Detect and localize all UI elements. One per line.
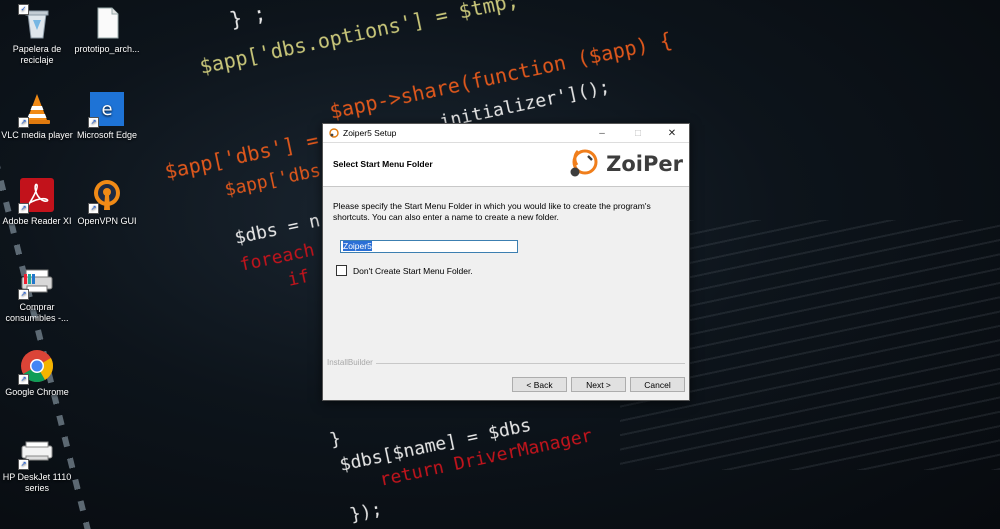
desktop-icon-label: OpenVPN GUI: [77, 216, 137, 226]
minimize-button[interactable]: –: [587, 124, 617, 142]
logo-text: ZoiPer: [606, 152, 683, 176]
desktop-icon-edge[interactable]: e ↗ Microsoft Edge: [70, 92, 144, 141]
desktop-icon-label: Google Chrome: [5, 387, 69, 397]
shortcut-arrow-icon: ↗: [88, 117, 99, 128]
zoiper-logo-icon: [570, 149, 598, 177]
instruction-text: Please specify the Start Menu Folder in …: [333, 201, 651, 222]
back-button[interactable]: < Back: [512, 377, 567, 392]
shortcut-arrow-icon: ↗: [18, 374, 29, 385]
next-button[interactable]: Next >: [571, 377, 626, 392]
start-menu-folder-input[interactable]: Zoiper5: [340, 240, 518, 253]
openvpn-icon: ↗: [88, 178, 124, 214]
desktop-icon-label: Papelera de reciclaje: [12, 44, 62, 65]
desktop-icon-label: prototipo_arch...: [74, 44, 140, 54]
dialog-header: Select Start Menu Folder ZoiPer: [323, 143, 689, 187]
wallpaper-code-line: }: [327, 427, 343, 451]
maximize-button[interactable]: □: [623, 124, 653, 142]
wallpaper-code-line: } ;: [227, 0, 268, 32]
no-folder-checkbox[interactable]: [336, 265, 347, 276]
shortcut-arrow-icon: ↗: [18, 459, 29, 470]
shortcut-arrow-icon: ↗: [18, 289, 29, 300]
cancel-button[interactable]: Cancel: [630, 377, 685, 392]
desktop-icon-label: Microsoft Edge: [76, 130, 138, 140]
desktop-icon-label: VLC media player: [1, 130, 73, 140]
desktop-icon-vlc[interactable]: ↗ VLC media player: [0, 92, 74, 141]
no-folder-checkbox-row[interactable]: Don't Create Start Menu Folder.: [336, 265, 473, 276]
zoiper-app-icon: [329, 128, 339, 138]
printer-icon: ↗: [18, 264, 54, 300]
zoiper-logo: ZoiPer: [564, 147, 683, 181]
desktop-icon-label: Adobe Reader XI: [2, 216, 72, 226]
document-icon: [90, 6, 124, 40]
desktop-icon-openvpn[interactable]: ↗ OpenVPN GUI: [70, 178, 144, 227]
wallpaper-code-line: });: [347, 498, 384, 526]
footer-divider: [327, 363, 685, 364]
acrobat-icon: ↗: [18, 178, 54, 214]
printer-icon: ↗: [18, 434, 54, 470]
page-title: Select Start Menu Folder: [333, 159, 433, 169]
desktop-icon-chrome[interactable]: ↗ Google Chrome: [0, 349, 74, 398]
dialog-body: Please specify the Start Menu Folder in …: [323, 187, 689, 357]
desktop-icon-label: Comprar consumibles -...: [5, 302, 69, 323]
wallpaper-code-line: if: [285, 265, 312, 291]
setup-dialog: Zoiper5 Setup – □ ✕ Select Start Menu Fo…: [322, 123, 690, 401]
shortcut-arrow-icon: ↗: [88, 203, 99, 214]
close-button[interactable]: ✕: [657, 124, 687, 142]
desktop-icon-comprar-consumibles[interactable]: ↗ Comprar consumibles -...: [0, 264, 74, 324]
dialog-title: Zoiper5 Setup: [343, 128, 397, 138]
desktop-icon-adobe-reader[interactable]: ↗ Adobe Reader XI: [0, 178, 74, 227]
checkbox-icon: ✓: [18, 4, 29, 15]
installbuilder-label: InstallBuilder: [327, 358, 376, 367]
shortcut-arrow-icon: ↗: [18, 203, 29, 214]
edge-icon: e ↗: [88, 92, 124, 128]
desktop-icon-recycle-bin[interactable]: ✓ Papelera de reciclaje: [0, 4, 74, 66]
desktop-icon-document[interactable]: prototipo_arch...: [70, 6, 144, 55]
vlc-cone-icon: ↗: [18, 92, 54, 128]
desktop-icon-hp-deskjet[interactable]: ↗ HP DeskJet 1110 series: [0, 434, 74, 494]
no-folder-checkbox-label: Don't Create Start Menu Folder.: [353, 265, 473, 276]
recycle-bin-icon: ✓: [18, 4, 54, 40]
shortcut-arrow-icon: ↗: [18, 117, 29, 128]
svg-text:e: e: [101, 99, 112, 120]
dialog-titlebar[interactable]: Zoiper5 Setup – □ ✕: [323, 124, 689, 143]
desktop-icon-label: HP DeskJet 1110 series: [2, 472, 72, 493]
folder-input-value: Zoiper5: [343, 241, 372, 251]
chrome-icon: ↗: [18, 349, 54, 385]
